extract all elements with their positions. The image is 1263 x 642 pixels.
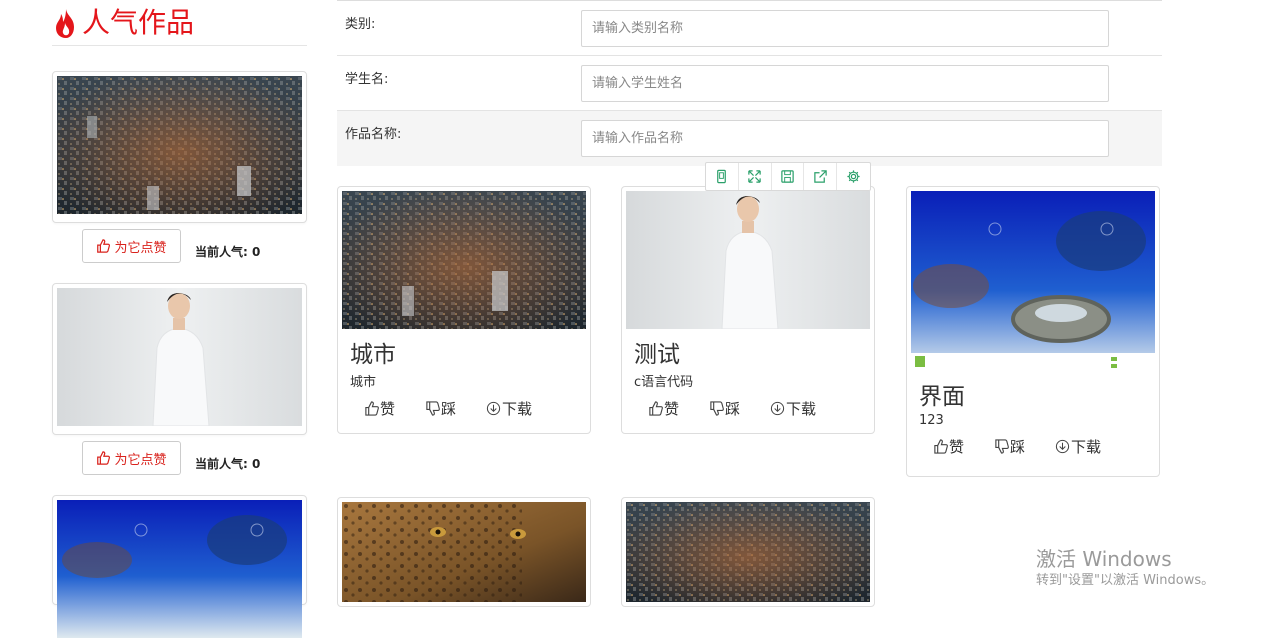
fullscreen-icon xyxy=(748,170,761,183)
work-description: c语言代码 xyxy=(634,375,694,390)
popular-work-card[interactable] xyxy=(52,71,307,223)
popularity-count: 当前人气: 0 xyxy=(195,457,261,471)
like-button-label: 为它点赞 xyxy=(114,452,167,468)
like-button-label: 为它点赞 xyxy=(114,240,167,256)
work-name-input[interactable] xyxy=(581,120,1109,157)
man-in-white-photo xyxy=(626,191,870,330)
work-card[interactable]: 测试 c语言代码 赞 踩 下载 xyxy=(621,186,875,434)
floating-toolbar xyxy=(705,162,871,191)
popular-work-card[interactable] xyxy=(52,283,307,435)
dislike-action-label: 踩 xyxy=(1010,438,1026,456)
dislike-action-label: 踩 xyxy=(725,400,741,418)
download-action[interactable]: 下载 xyxy=(486,398,532,419)
dislike-action[interactable]: 踩 xyxy=(709,398,740,419)
work-actions: 赞 踩 下载 xyxy=(364,398,586,419)
download-action[interactable]: 下载 xyxy=(770,398,816,419)
download-action-label: 下载 xyxy=(786,400,817,418)
thumbs-down-icon xyxy=(995,439,1009,454)
underwater-reef-photo xyxy=(57,500,302,638)
work-name-label: 作品名称: xyxy=(345,127,402,142)
export-button[interactable] xyxy=(804,163,838,190)
work-card[interactable]: 城市 城市 赞 踩 下载 xyxy=(337,186,591,434)
cheetah-photo xyxy=(342,502,586,602)
like-action-label: 赞 xyxy=(664,400,680,418)
student-filter-row: 学生名: xyxy=(337,56,1162,111)
city-night-photo xyxy=(626,502,870,602)
work-title: 测试 xyxy=(634,342,680,368)
export-icon xyxy=(814,170,827,183)
thumbs-up-icon xyxy=(649,401,663,416)
save-icon xyxy=(781,170,794,183)
category-label: 类别: xyxy=(345,17,376,32)
student-input[interactable] xyxy=(581,65,1109,102)
work-card[interactable] xyxy=(337,497,591,607)
thumbs-up-icon xyxy=(934,439,948,454)
download-action-label: 下载 xyxy=(1071,438,1102,456)
thumbs-down-icon xyxy=(710,401,724,416)
underwater-reef-photo xyxy=(911,191,1155,371)
gear-icon xyxy=(847,170,860,183)
work-description: 城市 xyxy=(350,375,377,390)
watermark-line-1: 激活 Windows xyxy=(1036,547,1172,571)
category-input[interactable] xyxy=(581,10,1109,47)
work-actions: 赞 踩 下载 xyxy=(933,436,1155,457)
download-icon xyxy=(1055,439,1070,454)
download-action-label: 下载 xyxy=(502,400,533,418)
watermark-line-2: 转到"设置"以激活 Windows。 xyxy=(1036,573,1215,588)
popularity-count: 当前人气: 0 xyxy=(195,245,261,259)
work-description: 123 xyxy=(919,413,944,428)
popular-works-heading: 人气作品 xyxy=(52,0,307,46)
student-label: 学生名: xyxy=(345,72,389,87)
category-filter-row: 类别: xyxy=(337,1,1162,56)
work-card[interactable]: 界面 123 赞 踩 下载 xyxy=(906,186,1160,477)
dislike-action[interactable]: 踩 xyxy=(994,436,1025,457)
thumbs-up-icon xyxy=(97,451,111,465)
dislike-action[interactable]: 踩 xyxy=(425,398,456,419)
popular-works-title: 人气作品 xyxy=(82,5,195,39)
like-action[interactable]: 赞 xyxy=(648,398,679,419)
thumbs-down-icon xyxy=(426,401,440,416)
city-night-photo xyxy=(57,76,302,214)
popular-work-card[interactable] xyxy=(52,495,307,638)
man-in-white-photo xyxy=(57,288,302,427)
city-night-photo xyxy=(342,191,586,329)
mobile-view-button[interactable] xyxy=(706,163,739,190)
save-button[interactable] xyxy=(772,163,805,190)
work-actions: 赞 踩 下载 xyxy=(648,398,870,419)
like-button[interactable]: 为它点赞 xyxy=(82,441,181,475)
like-action[interactable]: 赞 xyxy=(933,436,964,457)
dislike-action-label: 踩 xyxy=(441,400,457,418)
work-card[interactable] xyxy=(621,497,875,607)
work-name-filter-row: 作品名称: xyxy=(337,111,1162,166)
like-button[interactable]: 为它点赞 xyxy=(82,229,181,263)
like-action-label: 赞 xyxy=(380,400,396,418)
flame-icon xyxy=(56,8,74,38)
download-action[interactable]: 下载 xyxy=(1055,436,1101,457)
fullscreen-button[interactable] xyxy=(739,163,772,190)
filter-form: 类别: 学生名: 作品名称: xyxy=(337,0,1162,166)
thumbs-up-icon xyxy=(365,401,379,416)
like-action-label: 赞 xyxy=(949,438,965,456)
download-icon xyxy=(486,401,501,416)
settings-button[interactable] xyxy=(837,163,870,190)
mobile-icon xyxy=(717,169,727,184)
work-title: 界面 xyxy=(919,384,965,410)
download-icon xyxy=(770,401,785,416)
windows-activation-watermark: 激活 Windows 转到"设置"以激活 Windows。 xyxy=(1036,546,1214,590)
work-title: 城市 xyxy=(350,342,396,368)
thumbs-up-icon xyxy=(97,239,111,253)
like-action[interactable]: 赞 xyxy=(364,398,395,419)
